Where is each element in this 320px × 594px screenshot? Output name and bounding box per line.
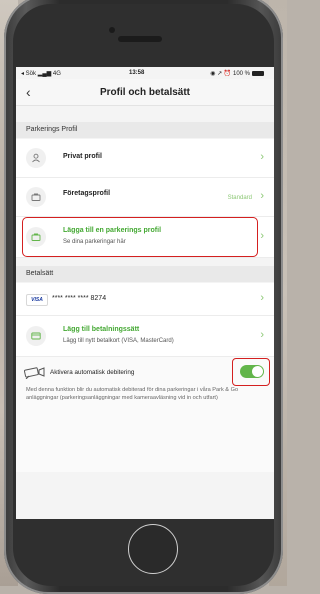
home-button[interactable] [128,524,178,574]
user-icon [26,148,46,168]
carrier-label: ◂ Sök ▂▄▆ 4G [21,71,61,77]
briefcase-icon [26,187,46,207]
signal-icon: ▂▄▆ [37,71,52,77]
battery-icon [252,70,264,76]
chevron-right-icon: › [260,230,264,242]
private-profile-label: Privat profil [63,153,102,160]
auto-debit-section: Aktivera automatisk debitering Med denna… [16,357,274,472]
add-payment-method-subtitle: Lägg till nytt betalkort (VISA, MasterCa… [63,338,174,344]
screen-bottom-spacer [16,472,274,519]
section-header-payment: Betalsätt [16,266,274,282]
camera-icon [23,366,46,384]
credit-card-icon [26,326,46,346]
company-profile-label: Företagsprofil [63,190,111,197]
saved-card-row[interactable]: VISA **** **** **** 8274 › [16,283,274,316]
earpiece-speaker [118,36,162,42]
company-profile-row[interactable]: Företagsprofil Standard › [16,178,274,217]
phone-screen: ◂ Sök ▂▄▆ 4G 13:58 ◉ ↗ ⏰ 100 % ‹ Profil … [16,67,274,519]
highlight-box-add-profile [22,217,258,257]
front-camera [109,27,115,33]
chevron-right-icon: › [260,151,264,163]
default-profile-badge: Standard [227,195,252,201]
card-number: **** **** **** 8274 [52,295,107,302]
private-profile-row[interactable]: Privat profil › [16,139,274,178]
chevron-right-icon: › [260,329,264,341]
navigation-bar: ‹ Profil och betalsätt [16,79,274,106]
chevron-right-icon: › [260,190,264,202]
visa-card-icon: VISA [26,294,48,306]
add-payment-method-label: Lägg till betalningssätt [63,326,140,333]
page-title: Profil och betalsätt [99,87,190,98]
highlight-box-toggle [232,358,270,386]
auto-debit-label: Aktivera automatisk debitering [50,369,135,376]
auto-debit-note: Med denna funktion blir du automatisk de… [26,387,239,401]
add-payment-method-row[interactable]: Lägg till betalningssätt Lägg till nytt … [16,316,274,357]
status-bar: ◂ Sök ▂▄▆ 4G 13:58 ◉ ↗ ⏰ 100 % [16,67,274,79]
clock: 13:58 [129,70,145,76]
battery-status: ◉ ↗ ⏰ 100 % [210,70,264,77]
chevron-right-icon: › [260,292,264,304]
section-header-parking: Parkerings Profil [16,122,274,138]
